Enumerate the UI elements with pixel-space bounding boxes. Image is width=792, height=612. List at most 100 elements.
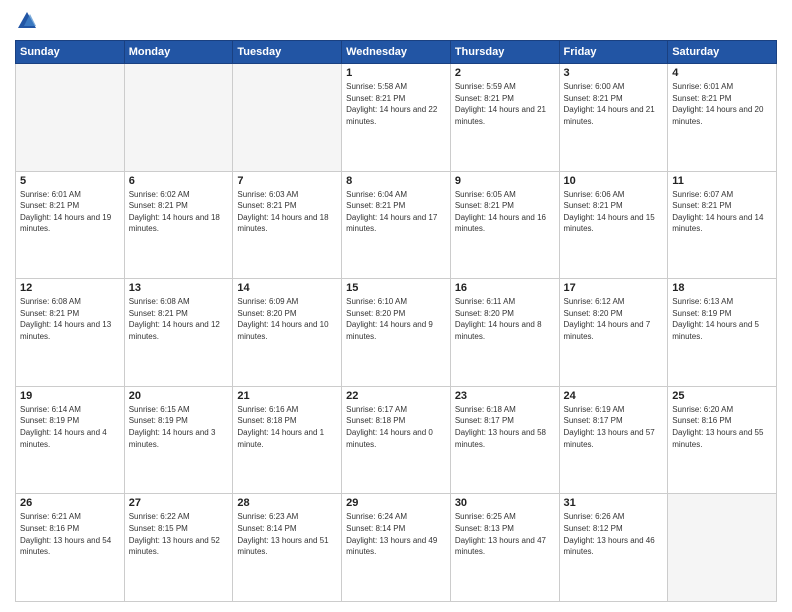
day-number: 9: [455, 175, 555, 187]
day-info: Sunrise: 6:23 AM Sunset: 8:14 PM Dayligh…: [237, 511, 337, 557]
day-number: 5: [20, 175, 120, 187]
day-cell: [16, 64, 125, 172]
day-number: 8: [346, 175, 446, 187]
day-cell: 14 Sunrise: 6:09 AM Sunset: 8:20 PM Dayli…: [233, 279, 342, 387]
day-cell: 10 Sunrise: 6:06 AM Sunset: 8:21 PM Dayli…: [559, 171, 668, 279]
day-info: Sunrise: 6:04 AM Sunset: 8:21 PM Dayligh…: [346, 189, 446, 235]
day-cell: [233, 64, 342, 172]
day-cell: 8 Sunrise: 6:04 AM Sunset: 8:21 PM Daylig…: [342, 171, 451, 279]
day-cell: 21 Sunrise: 6:16 AM Sunset: 8:18 PM Dayli…: [233, 386, 342, 494]
day-cell: 20 Sunrise: 6:15 AM Sunset: 8:19 PM Dayli…: [124, 386, 233, 494]
day-number: 6: [129, 175, 229, 187]
day-info: Sunrise: 6:09 AM Sunset: 8:20 PM Dayligh…: [237, 296, 337, 342]
day-info: Sunrise: 6:10 AM Sunset: 8:20 PM Dayligh…: [346, 296, 446, 342]
day-cell: 4Sunrise: 6:01 AM Sunset: 8:21 PM Daylig…: [668, 64, 777, 172]
calendar: SundayMondayTuesdayWednesdayThursdayFrid…: [15, 40, 777, 602]
week-row-1: 1 Sunrise: 5:58 AM Sunset: 8:21 PM Daylig…: [16, 64, 777, 172]
day-cell: 3 Sunrise: 6:00 AM Sunset: 8:21 PM Daylig…: [559, 64, 668, 172]
day-info: Sunrise: 6:19 AM Sunset: 8:17 PM Dayligh…: [564, 404, 664, 450]
day-info: Sunrise: 6:25 AM Sunset: 8:13 PM Dayligh…: [455, 511, 555, 557]
day-info: Sunrise: 6:00 AM Sunset: 8:21 PM Dayligh…: [564, 81, 664, 127]
day-info: Sunrise: 6:11 AM Sunset: 8:20 PM Dayligh…: [455, 296, 555, 342]
day-info: Sunrise: 6:12 AM Sunset: 8:20 PM Dayligh…: [564, 296, 664, 342]
day-number: 21: [237, 390, 337, 402]
day-info: Sunrise: 6:22 AM Sunset: 8:15 PM Dayligh…: [129, 511, 229, 557]
week-row-3: 12 Sunrise: 6:08 AM Sunset: 8:21 PM Dayli…: [16, 279, 777, 387]
day-number: 27: [129, 497, 229, 509]
day-number: 3: [564, 67, 664, 79]
day-info: Sunrise: 6:07 AM Sunset: 8:21 PM Dayligh…: [672, 189, 772, 235]
day-info: Sunrise: 6:20 AM Sunset: 8:16 PM Dayligh…: [672, 404, 772, 450]
day-cell: 12Sunrise: 6:08 AM Sunset: 8:21 PM Dayli…: [16, 279, 125, 387]
day-number: 19: [20, 390, 120, 402]
day-number: 30: [455, 497, 555, 509]
day-cell: 25 Sunrise: 6:20 AM Sunset: 8:16 PM Dayli…: [668, 386, 777, 494]
day-cell: 9Sunrise: 6:05 AM Sunset: 8:21 PM Daylig…: [450, 171, 559, 279]
day-cell: 18 Sunrise: 6:13 AM Sunset: 8:19 PM Dayli…: [668, 279, 777, 387]
day-cell: 7Sunrise: 6:03 AM Sunset: 8:21 PM Daylig…: [233, 171, 342, 279]
day-info: Sunrise: 6:06 AM Sunset: 8:21 PM Dayligh…: [564, 189, 664, 235]
day-info: Sunrise: 6:01 AM Sunset: 8:21 PM Dayligh…: [20, 189, 120, 235]
day-info: Sunrise: 5:58 AM Sunset: 8:21 PM Dayligh…: [346, 81, 446, 127]
weekday-header-row: SundayMondayTuesdayWednesdayThursdayFrid…: [16, 41, 777, 64]
day-number: 28: [237, 497, 337, 509]
day-cell: 28 Sunrise: 6:23 AM Sunset: 8:14 PM Dayli…: [233, 494, 342, 602]
day-cell: 31 Sunrise: 6:26 AM Sunset: 8:12 PM Dayli…: [559, 494, 668, 602]
day-cell: 13 Sunrise: 6:08 AM Sunset: 8:21 PM Dayli…: [124, 279, 233, 387]
day-number: 10: [564, 175, 664, 187]
day-info: Sunrise: 6:08 AM Sunset: 8:21 PM Dayligh…: [129, 296, 229, 342]
week-row-4: 19 Sunrise: 6:14 AM Sunset: 8:19 PM Dayli…: [16, 386, 777, 494]
day-info: Sunrise: 6:13 AM Sunset: 8:19 PM Dayligh…: [672, 296, 772, 342]
day-cell: 5 Sunrise: 6:01 AM Sunset: 8:21 PM Daylig…: [16, 171, 125, 279]
day-cell: 23Sunrise: 6:18 AM Sunset: 8:17 PM Dayli…: [450, 386, 559, 494]
day-info: Sunrise: 6:16 AM Sunset: 8:18 PM Dayligh…: [237, 404, 337, 450]
day-number: 15: [346, 282, 446, 294]
day-info: Sunrise: 6:15 AM Sunset: 8:19 PM Dayligh…: [129, 404, 229, 450]
day-cell: 15 Sunrise: 6:10 AM Sunset: 8:20 PM Dayli…: [342, 279, 451, 387]
day-info: Sunrise: 6:21 AM Sunset: 8:16 PM Dayligh…: [20, 511, 120, 557]
day-number: 31: [564, 497, 664, 509]
week-row-2: 5 Sunrise: 6:01 AM Sunset: 8:21 PM Daylig…: [16, 171, 777, 279]
day-cell: 27 Sunrise: 6:22 AM Sunset: 8:15 PM Dayli…: [124, 494, 233, 602]
day-cell: 22Sunrise: 6:17 AM Sunset: 8:18 PM Dayli…: [342, 386, 451, 494]
day-number: 20: [129, 390, 229, 402]
day-number: 14: [237, 282, 337, 294]
day-info: Sunrise: 6:14 AM Sunset: 8:19 PM Dayligh…: [20, 404, 120, 450]
week-row-5: 26 Sunrise: 6:21 AM Sunset: 8:16 PM Dayli…: [16, 494, 777, 602]
day-number: 12: [20, 282, 120, 294]
day-cell: 6 Sunrise: 6:02 AM Sunset: 8:21 PM Daylig…: [124, 171, 233, 279]
day-number: 29: [346, 497, 446, 509]
day-cell: 17 Sunrise: 6:12 AM Sunset: 8:20 PM Dayli…: [559, 279, 668, 387]
day-number: 18: [672, 282, 772, 294]
logo: [15, 10, 39, 32]
day-cell: 24Sunrise: 6:19 AM Sunset: 8:17 PM Dayli…: [559, 386, 668, 494]
day-info: Sunrise: 6:01 AM Sunset: 8:21 PM Dayligh…: [672, 81, 772, 127]
day-cell: 29 Sunrise: 6:24 AM Sunset: 8:14 PM Dayli…: [342, 494, 451, 602]
weekday-header-friday: Friday: [559, 41, 668, 64]
day-info: Sunrise: 6:02 AM Sunset: 8:21 PM Dayligh…: [129, 189, 229, 235]
header: [15, 10, 777, 32]
weekday-header-monday: Monday: [124, 41, 233, 64]
day-cell: 26 Sunrise: 6:21 AM Sunset: 8:16 PM Dayli…: [16, 494, 125, 602]
day-number: 11: [672, 175, 772, 187]
day-info: Sunrise: 6:26 AM Sunset: 8:12 PM Dayligh…: [564, 511, 664, 557]
weekday-header-wednesday: Wednesday: [342, 41, 451, 64]
day-cell: 1 Sunrise: 5:58 AM Sunset: 8:21 PM Daylig…: [342, 64, 451, 172]
weekday-header-tuesday: Tuesday: [233, 41, 342, 64]
page: SundayMondayTuesdayWednesdayThursdayFrid…: [0, 0, 792, 612]
day-info: Sunrise: 6:17 AM Sunset: 8:18 PM Dayligh…: [346, 404, 446, 450]
logo-icon: [16, 10, 38, 32]
day-cell: [668, 494, 777, 602]
day-info: Sunrise: 6:24 AM Sunset: 8:14 PM Dayligh…: [346, 511, 446, 557]
day-number: 13: [129, 282, 229, 294]
day-cell: 16 Sunrise: 6:11 AM Sunset: 8:20 PM Dayli…: [450, 279, 559, 387]
day-number: 1: [346, 67, 446, 79]
weekday-header-thursday: Thursday: [450, 41, 559, 64]
day-number: 7: [237, 175, 337, 187]
day-cell: 19 Sunrise: 6:14 AM Sunset: 8:19 PM Dayli…: [16, 386, 125, 494]
day-number: 16: [455, 282, 555, 294]
day-cell: 2Sunrise: 5:59 AM Sunset: 8:21 PM Daylig…: [450, 64, 559, 172]
day-number: 26: [20, 497, 120, 509]
day-number: 25: [672, 390, 772, 402]
day-number: 17: [564, 282, 664, 294]
